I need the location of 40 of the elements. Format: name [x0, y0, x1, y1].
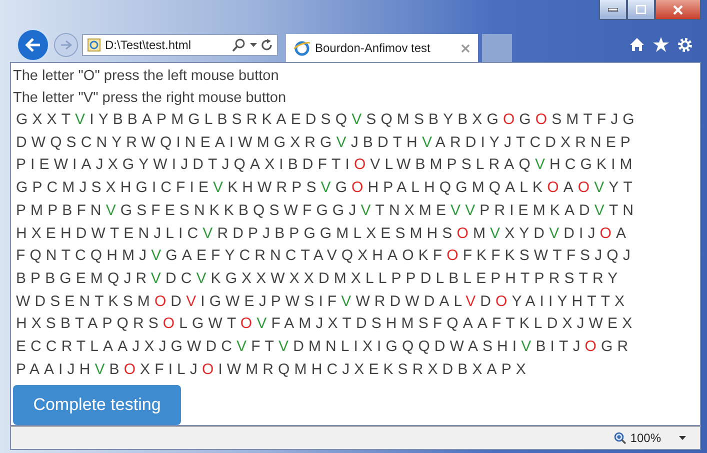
home-icon[interactable] [629, 37, 645, 52]
maximize-icon [636, 5, 646, 14]
instruction-text: The letter "O" press the left mouse button [13, 68, 279, 84]
tab-title: Bourdon-Anfimov test [315, 41, 432, 55]
letter-row: PMPBFN V GSFESNKKBQSWFGGJ V TNXME V V PRIEMKAD V TN [16, 202, 638, 219]
instruction-text: The letter "V" press the right mouse button [13, 90, 286, 106]
letter-row: FQNTCQHMJ V GAEFYCRNCTAVQXHAOKF O FKFKSWTFSJQJ [16, 247, 635, 264]
zoom-icon[interactable] [614, 432, 626, 444]
settings-icon[interactable] [677, 37, 693, 53]
browser-icon [294, 40, 310, 56]
letter-row: GPCMJSXHGICFIE V KHWRPS V G O HPALHQGMQALK O A O V YT [16, 179, 637, 196]
letter-row: DWQSCNYRWQINEAIWMGXRG V JBDTH V ARDIYJTCDXRNEP [16, 134, 635, 151]
letter-row: ECCRTLAAJXJGWDC V FT V DMNLIXIGQQDWASHI V BITJ O GR [16, 338, 633, 356]
letter-row: GXXT V IYBBAPMGLBSRKAEDSQ V SQMSBYBXG O G O SMTFJG [16, 111, 639, 128]
search-icon[interactable] [232, 38, 246, 52]
minimize-icon [608, 8, 618, 12]
letter-row: HXEHDWTENJLIC V RDPJBPGGMLXESMHS O M V XYD V DIJ O A [16, 224, 631, 242]
maximize-button[interactable] [627, 0, 655, 20]
complete-testing-button[interactable]: Complete testing [13, 385, 181, 425]
letter-row: WDSENTKSM O D V IGWEJPWSIF V WRDWDAL V D O YAIIYHTTX [16, 292, 630, 310]
star-icon[interactable] [653, 37, 669, 52]
caret-icon[interactable] [250, 43, 257, 47]
letter-row: HXSBTAPQRS O LGWT O V FAMJXTDSHMSFQAAFTKLDXJWEX [16, 315, 637, 332]
letter-row: BPBGEMQJR V DC V KGXXWXXDMXLLPPDLBLEPHTPRSTRY [16, 270, 622, 287]
page-icon [87, 38, 101, 52]
close-icon [673, 4, 683, 14]
browser-tab[interactable]: Bourdon-Anfimov test [286, 34, 478, 62]
close-button[interactable] [655, 0, 701, 20]
minimize-button[interactable] [599, 0, 627, 20]
address-text: D:\Test\test.html [105, 38, 192, 52]
forward-arrow-icon [60, 40, 72, 50]
back-arrow-icon [25, 38, 41, 52]
letter-row: PAAIJH V B O XFILJ O IWMRQMHCJXEKSRXDBXAPX [16, 360, 530, 378]
refresh-icon[interactable] [261, 38, 273, 52]
close-icon[interactable] [461, 44, 470, 52]
back-button[interactable] [16, 28, 50, 62]
caret-icon[interactable] [679, 436, 686, 440]
letter-row: PIEWIAJXGYWIJDTJQAXIBDFTI O VLWBMPSLRAQ V HCGKIM [16, 156, 637, 174]
address-bar[interactable]: D:\Test\test.html [82, 34, 278, 56]
zoom-level[interactable]: 100% [630, 431, 661, 445]
